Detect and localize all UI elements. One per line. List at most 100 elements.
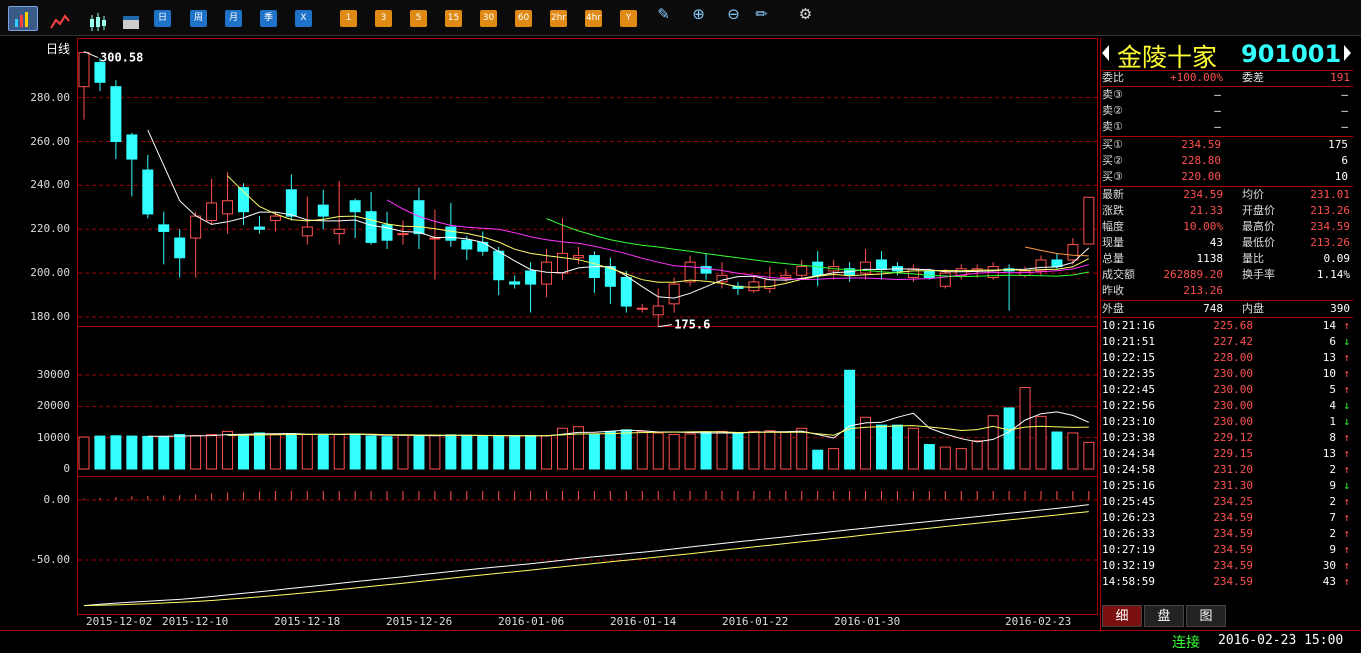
waipan-label: 外盘 (1102, 302, 1124, 315)
volume-bar (541, 435, 553, 470)
tick-time: 10:22:56 (1102, 399, 1155, 412)
tick-row: 10:26:23 234.59 7 ↑ (1102, 510, 1350, 526)
stock-code: 901001 (1241, 40, 1342, 68)
high-marker-label: 300.58 (100, 51, 143, 65)
macd-axis-label: 0.00 (43, 493, 71, 506)
volume-bar (1067, 432, 1079, 470)
candle-body (557, 252, 568, 274)
price-axis-label: 280.00 (30, 90, 70, 104)
tick-price: 231.30 (1213, 479, 1253, 492)
tick-price: 227.42 (1213, 335, 1253, 348)
stat-value: 1138 (1196, 252, 1224, 265)
candle-body (78, 52, 90, 88)
tick-direction-icon: ↑ (1343, 431, 1350, 444)
tick-time: 14:58:59 (1102, 575, 1155, 588)
stat-value: 213.26 (1310, 204, 1350, 217)
tick-volume: 4 (1329, 399, 1336, 412)
stat-label: 最高价 (1242, 220, 1275, 233)
next-stock-arrow-icon[interactable] (1344, 45, 1351, 61)
stat-row: 总量 1138 量比 0.09 (1102, 251, 1350, 267)
date-axis-label: 2015-12-18 (274, 615, 341, 628)
candle-body (285, 189, 297, 217)
bid-row: 买① 234.59 175 (1102, 137, 1350, 153)
tick-volume: 13 (1322, 351, 1336, 364)
candle-body (572, 255, 584, 259)
ask-label: 卖② (1102, 104, 1123, 117)
bid-label: 买③ (1102, 170, 1123, 183)
volume-bar (238, 434, 249, 470)
volume-bar (684, 433, 696, 470)
tick-price: 234.25 (1213, 495, 1253, 508)
stat-row: 幅度 10.00% 最高价 234.59 (1102, 219, 1350, 235)
candle-body (222, 200, 234, 215)
tick-row: 10:24:58 231.20 2 ↑ (1102, 462, 1350, 478)
volume-bar (748, 430, 760, 470)
tick-volume: 8 (1329, 431, 1336, 444)
tick-time: 10:24:34 (1102, 447, 1155, 460)
panel-tab-0[interactable]: 细 (1102, 605, 1142, 627)
volume-bar (78, 436, 90, 470)
candle-body (860, 261, 872, 274)
weibi-value: +100.00% (1170, 71, 1223, 84)
candle-body (445, 226, 457, 241)
candle-body (269, 215, 281, 221)
prev-stock-arrow-icon[interactable] (1102, 45, 1109, 61)
volume-bar (190, 434, 202, 470)
tick-price: 229.15 (1213, 447, 1253, 460)
tick-price: 234.59 (1213, 543, 1253, 556)
tick-row: 10:24:34 229.15 13 ↑ (1102, 446, 1350, 462)
volume-bar (142, 435, 154, 470)
volume-bar (971, 440, 983, 470)
bid-label: 买① (1102, 138, 1123, 151)
candle-body (110, 86, 122, 143)
volume-bar (477, 435, 489, 470)
tick-row: 10:25:45 234.25 2 ↑ (1102, 494, 1350, 510)
price-axis-label: 220.00 (30, 222, 70, 236)
ask-price: — (1214, 120, 1221, 133)
stat-row: 昨收 213.26 (1102, 283, 1350, 299)
panel-tab-2[interactable]: 图 (1186, 605, 1226, 627)
stat-value: 213.26 (1183, 284, 1223, 297)
tick-volume: 9 (1329, 479, 1336, 492)
volume-bar (860, 416, 872, 470)
candle-body (126, 134, 138, 160)
stat-label: 涨跌 (1102, 204, 1124, 217)
volume-bar (206, 434, 218, 470)
stat-label: 昨收 (1102, 284, 1124, 297)
volume-axis-label: 0 (63, 462, 70, 475)
volume-bar (317, 434, 329, 470)
volume-bar (812, 449, 824, 470)
volume-bar (796, 427, 808, 470)
ask-row: 卖③ — — (1102, 87, 1350, 103)
tick-row: 10:32:19 234.59 30 ↑ (1102, 558, 1350, 574)
tick-time: 10:23:10 (1102, 415, 1155, 428)
macd-axis-label: -50.00 (30, 553, 70, 566)
tick-time: 10:26:23 (1102, 511, 1155, 524)
tick-time: 10:21:16 (1102, 319, 1155, 332)
candle-body (636, 307, 648, 310)
stat-value: 0.09 (1323, 252, 1351, 265)
tick-time: 10:21:51 (1102, 335, 1155, 348)
tick-row: 10:21:51 227.42 6 ↓ (1102, 334, 1350, 350)
tick-direction-icon: ↑ (1343, 447, 1350, 460)
date-axis-label: 2015-12-02 (86, 615, 153, 628)
tick-volume: 6 (1329, 335, 1336, 348)
tick-price: 230.00 (1213, 383, 1253, 396)
volume-bar (110, 435, 122, 470)
panel-tab-1[interactable]: 盘 (1144, 605, 1184, 627)
stat-value: 231.01 (1310, 188, 1350, 201)
outer-inner-row: 外盘 748 内盘 390 (1102, 301, 1350, 317)
stat-value: 21.33 (1189, 204, 1223, 217)
tick-direction-icon: ↑ (1343, 383, 1350, 396)
candle-body (812, 261, 824, 276)
kline-chart[interactable]: 300.58 175.6 (0, 0, 1100, 630)
volume-bar (891, 424, 903, 470)
tick-price: 230.00 (1213, 399, 1253, 412)
tick-row: 10:26:33 234.59 2 ↑ (1102, 526, 1350, 542)
volume-bar (780, 431, 792, 470)
volume-bar (668, 434, 680, 470)
tick-price: 231.20 (1213, 463, 1253, 476)
volume-bar (1003, 407, 1015, 470)
tick-volume: 10 (1322, 367, 1336, 380)
volume-bar (493, 435, 505, 470)
